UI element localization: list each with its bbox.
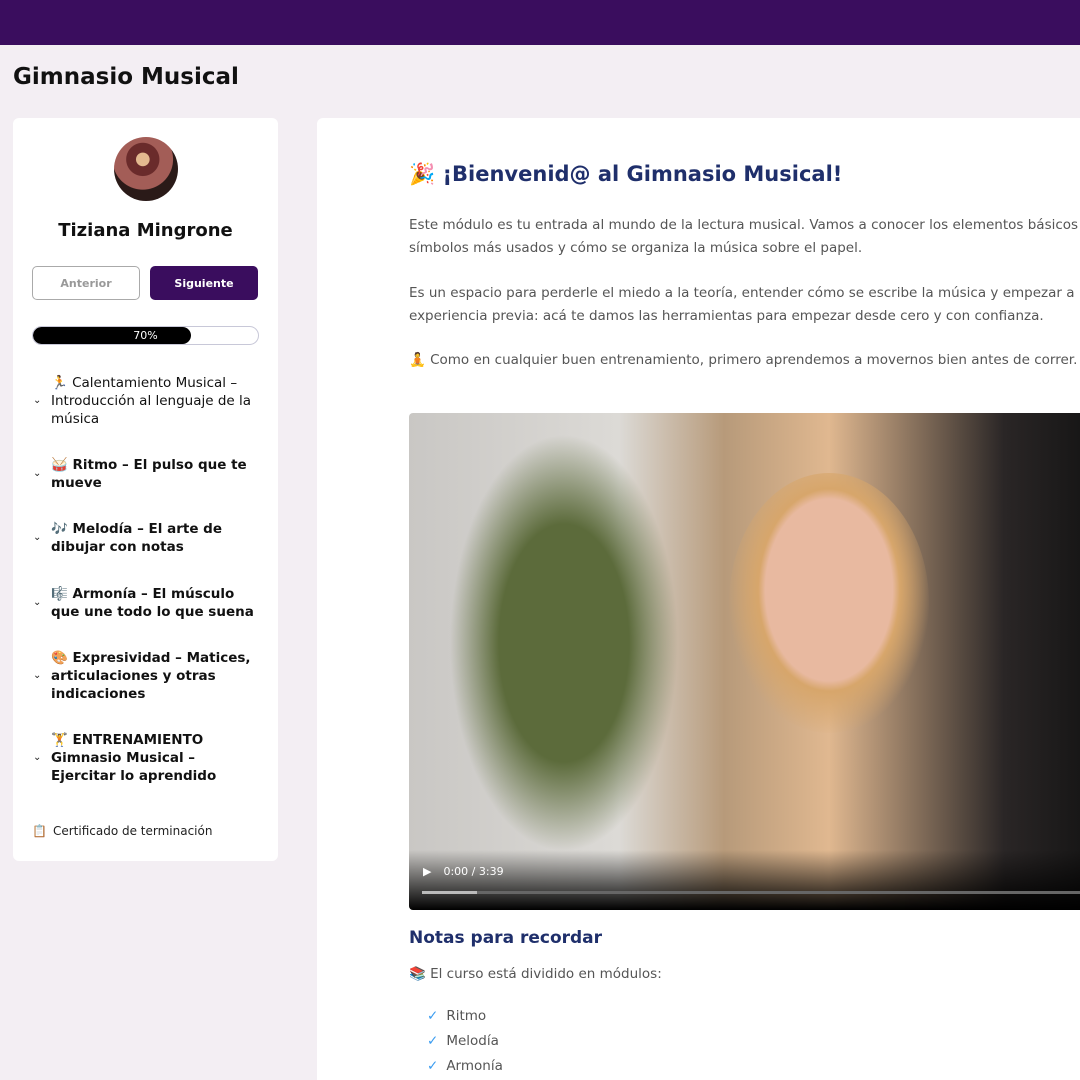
chevron-down-icon: ⌄ [33, 395, 42, 406]
chevron-down-icon: ⌄ [33, 532, 42, 543]
notes-intro: 📚 El curso está dividido en módulos: [409, 966, 662, 982]
list-item: ✓ Ritmo [427, 1008, 487, 1024]
content-panel: 🎉 ¡Bienvenid@ al Gimnasio Musical! Este … [317, 118, 1080, 1080]
module-item[interactable]: ⌄ 🎼 Armonía – El músculo que une todo lo … [33, 585, 263, 621]
check-icon: ✓ [427, 1008, 439, 1024]
check-icon: ✓ [427, 1058, 439, 1074]
intro-paragraph: 🧘 Como en cualquier buen entrenamiento, … [409, 352, 1078, 368]
video-frame [449, 433, 679, 853]
sidebar: Tiziana Mingrone Anterior Siguiente 70% … [13, 118, 278, 861]
module-item[interactable]: ⌄ 🎶 Melodía – El arte de dibujar con nota… [33, 520, 263, 556]
chevron-down-icon: ⌄ [33, 597, 42, 608]
user-name: Tiziana Mingrone [58, 220, 233, 241]
list-item: ✓ Armonía [427, 1058, 503, 1074]
intro-paragraph: Es un espacio para perderle el miedo a l… [409, 285, 1080, 324]
module-item[interactable]: ⌄ 🥁 Ritmo – El pulso que te mueve [33, 456, 263, 492]
avatar [114, 137, 178, 201]
play-icon[interactable]: ▶ [423, 865, 431, 878]
chevron-down-icon: ⌄ [33, 752, 42, 763]
module-item[interactable]: ⌄ 🎨 Expresividad – Matices, articulacione… [33, 649, 263, 703]
module-item[interactable]: ⌄ 🏃 Calentamiento Musical – Introducción … [33, 374, 263, 428]
progress-bar: 70% [32, 326, 259, 345]
previous-button[interactable]: Anterior [32, 266, 140, 300]
module-item[interactable]: ⌄ 🏋 ENTRENAMIENTO Gimnasio Musical – Ejer… [33, 731, 263, 785]
certificate-icon: 📋 [32, 824, 47, 838]
check-icon: ✓ [427, 1033, 439, 1049]
notes-heading: Notas para recordar [409, 928, 603, 948]
next-button[interactable]: Siguiente [150, 266, 258, 300]
chevron-down-icon: ⌄ [33, 468, 42, 479]
app-title: Gimnasio Musical [13, 64, 239, 90]
top-bar [0, 0, 1080, 45]
video-seek-bar[interactable] [422, 891, 1080, 894]
list-item: ✓ Melodía [427, 1033, 499, 1049]
chevron-down-icon: ⌄ [33, 670, 42, 681]
page-heading: 🎉 ¡Bienvenid@ al Gimnasio Musical! [409, 162, 843, 186]
intro-paragraph: Este módulo es tu entrada al mundo de la… [409, 217, 1080, 256]
video-player[interactable]: ▶ 0:00 / 3:39 [409, 413, 1080, 910]
certificate-link[interactable]: 📋 Certificado de terminación [32, 824, 212, 838]
video-time: 0:00 / 3:39 [443, 865, 504, 878]
